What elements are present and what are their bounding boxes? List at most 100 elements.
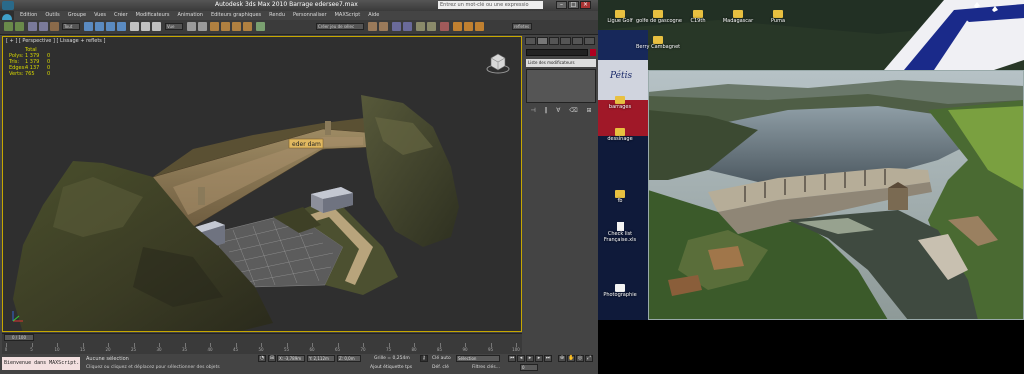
next-frame-icon[interactable]: ▸ (535, 355, 543, 362)
select-object-icon[interactable] (84, 22, 93, 31)
menu-aide[interactable]: Aide (368, 11, 379, 20)
desktop-icon-folder[interactable]: dessinage (598, 128, 642, 142)
track-bar[interactable]: 0 5 10 15 20 25 30 35 40 45 50 55 60 65 70 75 80 85 90 95 10… (2, 341, 522, 354)
maximize-viewport-icon[interactable]: ⤢ (585, 355, 593, 362)
lock-selection-icon[interactable]: ◔ (258, 355, 266, 362)
menu-editeurs-graphiques[interactable]: Editeurs graphiques (211, 11, 261, 20)
time-slider-thumb[interactable]: 0 / 100 (4, 334, 34, 341)
add-time-tag[interactable]: Ajout étiquette tps (370, 365, 412, 370)
render-setup-icon[interactable] (453, 22, 462, 31)
desktop-icon-folder[interactable]: C19th (676, 10, 720, 24)
minimize-button[interactable]: – (556, 1, 567, 9)
menu-personnaliser[interactable]: Personnaliser (293, 11, 327, 20)
menu-creer[interactable]: Créer (114, 11, 128, 20)
menu-edition[interactable]: Edition (20, 11, 37, 20)
select-manipulate-icon[interactable] (198, 22, 207, 31)
spinner-snap-icon[interactable] (243, 22, 252, 31)
pan-icon[interactable]: ✋ (567, 355, 575, 362)
menu-vues[interactable]: Vues (94, 11, 106, 20)
z-coordinate-field[interactable]: Z: 0,0m (337, 355, 361, 362)
viewport-shading-dropdown[interactable]: refletes (512, 23, 532, 30)
reference-coordinate-dropdown[interactable]: Vue (165, 23, 183, 30)
edit-named-selection-icon[interactable] (256, 22, 265, 31)
desktop-icon-folder[interactable]: Puma (756, 10, 800, 24)
prev-frame-icon[interactable]: ◂ (517, 355, 525, 362)
link-icon[interactable] (28, 22, 37, 31)
selection-filter-dropdown[interactable]: Tout (62, 23, 80, 30)
modify-tab[interactable] (536, 37, 548, 45)
percent-snap-icon[interactable] (232, 22, 241, 31)
material-editor-icon[interactable] (440, 22, 449, 31)
key-filter-dropdown[interactable]: Sélection (456, 355, 500, 362)
desktop-icon-folder[interactable]: fb (598, 190, 642, 204)
remove-modifier-button[interactable]: ⌫ (569, 107, 577, 115)
graphite-modeling-icon[interactable] (403, 22, 412, 31)
help-search-input[interactable]: Entrez un mot-clé ou une expressio (438, 1, 543, 9)
orbit-icon[interactable]: ◎ (576, 355, 584, 362)
current-frame-field[interactable]: 0 (520, 364, 538, 371)
scale-icon[interactable] (152, 22, 161, 31)
goto-start-icon[interactable]: ⏮ (508, 355, 516, 362)
desktop-icon-folder[interactable]: golfe de gascogne (636, 10, 682, 24)
rectangular-selection-icon[interactable] (106, 22, 115, 31)
align-icon[interactable] (379, 22, 388, 31)
rendered-frame-window-icon[interactable] (464, 22, 473, 31)
configure-modifier-sets-button[interactable]: ⊞ (587, 107, 592, 115)
make-unique-button[interactable]: ∀ (556, 107, 560, 115)
zoom-icon[interactable]: ⊕ (558, 355, 566, 362)
menu-groupe[interactable]: Groupe (68, 11, 86, 20)
close-button[interactable]: × (580, 1, 591, 9)
menu-animation[interactable]: Animation (177, 11, 203, 20)
move-icon[interactable] (130, 22, 139, 31)
window-crossing-icon[interactable] (117, 22, 126, 31)
maximize-button[interactable]: □ (568, 1, 579, 9)
pivot-center-icon[interactable] (187, 22, 196, 31)
render-production-icon[interactable] (475, 22, 484, 31)
desktop-icon-folder[interactable]: Madagascar (716, 10, 760, 24)
mirror-icon[interactable] (368, 22, 377, 31)
menu-rendu[interactable]: Rendu (269, 11, 285, 20)
desktop-icon-folder[interactable]: barrages (598, 96, 642, 110)
motion-tab[interactable] (560, 37, 572, 45)
x-coordinate-field[interactable]: X: -3,789m (277, 355, 305, 362)
named-selection-set-dropdown[interactable]: Créer jeu de sélec (316, 23, 364, 30)
set-key-button[interactable]: Déf. clé (432, 365, 449, 370)
rotate-icon[interactable] (141, 22, 150, 31)
utilities-tab[interactable] (584, 37, 595, 45)
modifier-list-dropdown[interactable]: Liste des modificateurs (526, 59, 596, 67)
undo-icon[interactable] (4, 22, 13, 31)
redo-icon[interactable] (15, 22, 24, 31)
desktop-icon-folder[interactable]: Berry Cambagnet (636, 36, 680, 50)
dam-model-scene[interactable]: eder dam (3, 37, 521, 331)
y-coordinate-field[interactable]: Y: 2,112m (307, 355, 335, 362)
play-icon[interactable]: ▸ (526, 355, 534, 362)
select-by-name-icon[interactable] (95, 22, 104, 31)
key-filters-button[interactable]: Filtres clés... (472, 365, 500, 370)
curve-editor-icon[interactable] (416, 22, 425, 31)
angle-snap-icon[interactable] (221, 22, 230, 31)
goto-end-icon[interactable]: ⏭ (544, 355, 552, 362)
create-tab[interactable] (525, 37, 536, 45)
object-name-field[interactable] (526, 49, 588, 56)
menu-maxscript[interactable]: MAXScript (335, 11, 361, 20)
layer-manager-icon[interactable] (392, 22, 401, 31)
maxscript-listener[interactable]: Bienvenue dans MAXScript. (2, 357, 80, 370)
snaps-toggle-icon[interactable] (210, 22, 219, 31)
absolute-mode-icon[interactable]: ⊞ (268, 355, 276, 362)
auto-key-button[interactable]: Clé auto (432, 356, 451, 361)
menu-outils[interactable]: Outils (45, 11, 59, 20)
bind-spacewarp-icon[interactable] (50, 22, 59, 31)
pin-stack-button[interactable]: ⊣ (530, 107, 535, 115)
key-icon[interactable]: ⚷ (420, 355, 428, 362)
object-color-swatch[interactable] (590, 49, 596, 56)
display-tab[interactable] (572, 37, 584, 45)
desktop-icon-folder[interactable]: Photographie (598, 284, 642, 298)
modifier-stack[interactable] (526, 69, 596, 103)
menu-modificateurs[interactable]: Modificateurs (136, 11, 170, 20)
desktop-icon-file[interactable]: Check list Française.xls (598, 222, 642, 243)
app-icon[interactable] (2, 1, 14, 10)
schematic-view-icon[interactable] (427, 22, 436, 31)
perspective-viewport[interactable]: [ + ] [ Perspective ] [ Lissage + reflet… (2, 36, 522, 332)
show-end-result-button[interactable]: ‖ (544, 107, 547, 115)
viewcube-icon[interactable] (485, 49, 511, 75)
